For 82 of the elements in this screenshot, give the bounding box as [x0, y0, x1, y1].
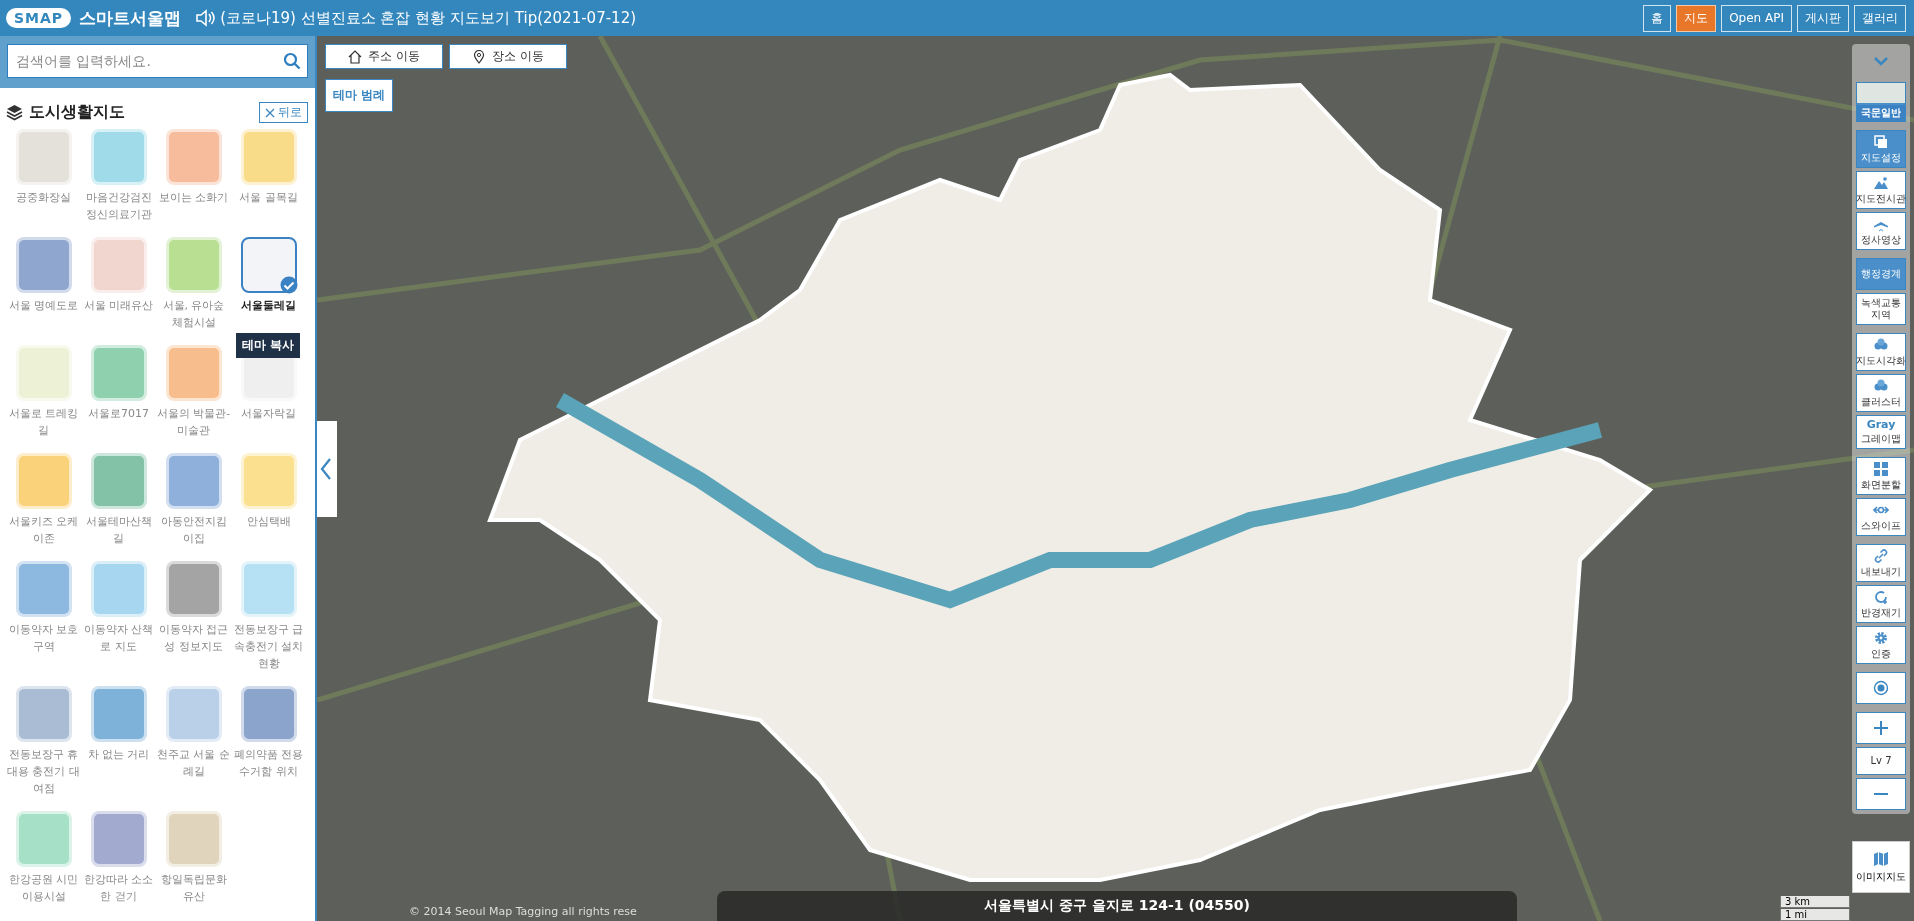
map-thumbnail [1857, 83, 1905, 103]
theme-item[interactable]: 서울로7017 [81, 345, 156, 439]
theme-item[interactable]: 한강공원 시민이용시설 [6, 811, 81, 905]
address-bar: 서울특별시 중구 을지로 124-1 (04550) [717, 891, 1517, 921]
close-icon [265, 107, 275, 118]
address-move-button[interactable]: 주소 이동 [325, 44, 443, 69]
logo[interactable]: SMAP [6, 8, 72, 28]
search-button[interactable] [282, 51, 302, 71]
map-tool-button[interactable]: 클러스터 [1856, 374, 1906, 412]
theme-item[interactable]: 서울로 트레킹길 [6, 345, 81, 439]
map-tool-button[interactable]: 내보내기 [1856, 544, 1906, 582]
basemap-button[interactable]: 국문일반 [1856, 82, 1906, 122]
theme-item[interactable]: 아동안전지킴이집 [156, 453, 231, 547]
location-pin-icon [472, 49, 487, 64]
theme-item[interactable]: 이동약자 보호구역 [6, 561, 81, 672]
map-tool-button[interactable]: 행정경계 [1856, 258, 1906, 290]
map-tool-button[interactable]: 반경재기 [1856, 585, 1906, 623]
settings-icon [1873, 630, 1889, 646]
nav-button[interactable]: 홈 [1643, 4, 1672, 32]
back-button[interactable]: 뒤로 [259, 102, 308, 123]
theme-item[interactable]: 차 없는 거리 [81, 686, 156, 797]
collapse-panel-button[interactable] [317, 421, 337, 517]
theme-item[interactable]: 마음건강검진 정신의료기관 [81, 129, 156, 223]
map-tool-button[interactable]: 인증 [1856, 626, 1906, 664]
copyright-text: © 2014 Seoul Map Tagging all rights rese [409, 905, 637, 918]
place-move-button[interactable]: 장소 이동 [449, 44, 567, 69]
theme-item[interactable]: 한강따라 소소한 걷기 [81, 811, 156, 905]
target-icon [1873, 680, 1889, 696]
circle-plus-icon [1873, 589, 1889, 605]
search-icon [283, 52, 301, 70]
zoom-out-button[interactable] [1856, 778, 1906, 810]
map-tool-button[interactable]: 녹색교통 지역 [1856, 293, 1906, 325]
home-icon [348, 49, 363, 64]
theme-item[interactable]: 항일독립문화유산 [156, 811, 231, 905]
layers-icon [6, 104, 23, 121]
plus-icon [1873, 720, 1889, 736]
theme-item[interactable]: 서울 골목길 [231, 129, 306, 223]
zoom-level-text: Lv 7 [1856, 747, 1906, 775]
nav-button[interactable]: 갤러리 [1854, 4, 1906, 32]
theme-item[interactable]: 이동약자 산책로 지도 [81, 561, 156, 672]
layers-icon [1873, 134, 1889, 150]
minus-icon [1873, 793, 1889, 795]
map-tool-button[interactable]: 스와이프 [1856, 498, 1906, 536]
theme-item[interactable]: 서울, 유아숲 체험시설 [156, 237, 231, 331]
theme-item[interactable]: 안심택배 [231, 453, 306, 547]
theme-item[interactable]: 서울의 박물관-미술관 [156, 345, 231, 439]
theme-item[interactable]: 서울 명예도로 [6, 237, 81, 331]
theme-item[interactable]: 공중화장실 [6, 129, 81, 223]
chevron-left-icon [320, 458, 332, 480]
theme-legend-button[interactable]: 테마 범례 [325, 79, 394, 112]
theme-item[interactable]: 서울테마산책길 [81, 453, 156, 547]
map-tool-button[interactable]: 정사영상 [1856, 212, 1906, 250]
link-icon [1873, 548, 1889, 564]
app-title: 스마트서울맵 [79, 6, 182, 30]
map-tool-button[interactable]: 화면분할 [1856, 457, 1906, 495]
scale-label: 1 mi [1780, 909, 1850, 921]
copy-theme-tooltip[interactable]: 테마 복사 [236, 333, 301, 358]
theme-item[interactable]: 서울 미래유산 [81, 237, 156, 331]
image-map-button[interactable]: 이미지지도 [1852, 841, 1910, 893]
map-tool-button[interactable]: 지도설정 [1856, 130, 1906, 168]
theme-item[interactable]: 폐의약품 전용수거함 위치 [231, 686, 306, 797]
nav-button[interactable]: 게시판 [1797, 4, 1849, 32]
theme-item[interactable]: 천주교 서울 순례길 [156, 686, 231, 797]
search-field[interactable]: 검색어를 입력하세요. [7, 44, 308, 78]
zoom-in-button[interactable] [1856, 712, 1906, 744]
theme-item[interactable]: 전동보장구 급속충전기 설치현황 [231, 561, 306, 672]
my-location-button[interactable] [1856, 672, 1906, 704]
grid-icon [1873, 461, 1889, 477]
notice-link[interactable]: (코로나19) 선별진료소 혼잡 현황 지도보기 Tip(2021-07-12) [220, 8, 637, 28]
speaker-icon [195, 9, 216, 27]
nav-button[interactable]: 지도 [1676, 4, 1717, 32]
section-title: 도시생활지도 [29, 102, 126, 123]
map-icon [1873, 850, 1889, 867]
nav-button[interactable]: Open API [1721, 4, 1792, 32]
scale-label: 3 km [1780, 896, 1850, 908]
theme-item[interactable]: 보이는 소화기 [156, 129, 231, 223]
theme-item[interactable]: 이동약자 접근성 정보지도 [156, 561, 231, 672]
theme-item[interactable]: 전동보장구 휴대용 충전기 대여점 [6, 686, 81, 797]
theme-item[interactable]: 서울키즈 오케이존 [6, 453, 81, 547]
map-tool-button[interactable]: Gray 그레이맵 [1856, 415, 1906, 449]
tool-label: Gray [1866, 419, 1896, 431]
mountain-icon [1873, 175, 1889, 191]
